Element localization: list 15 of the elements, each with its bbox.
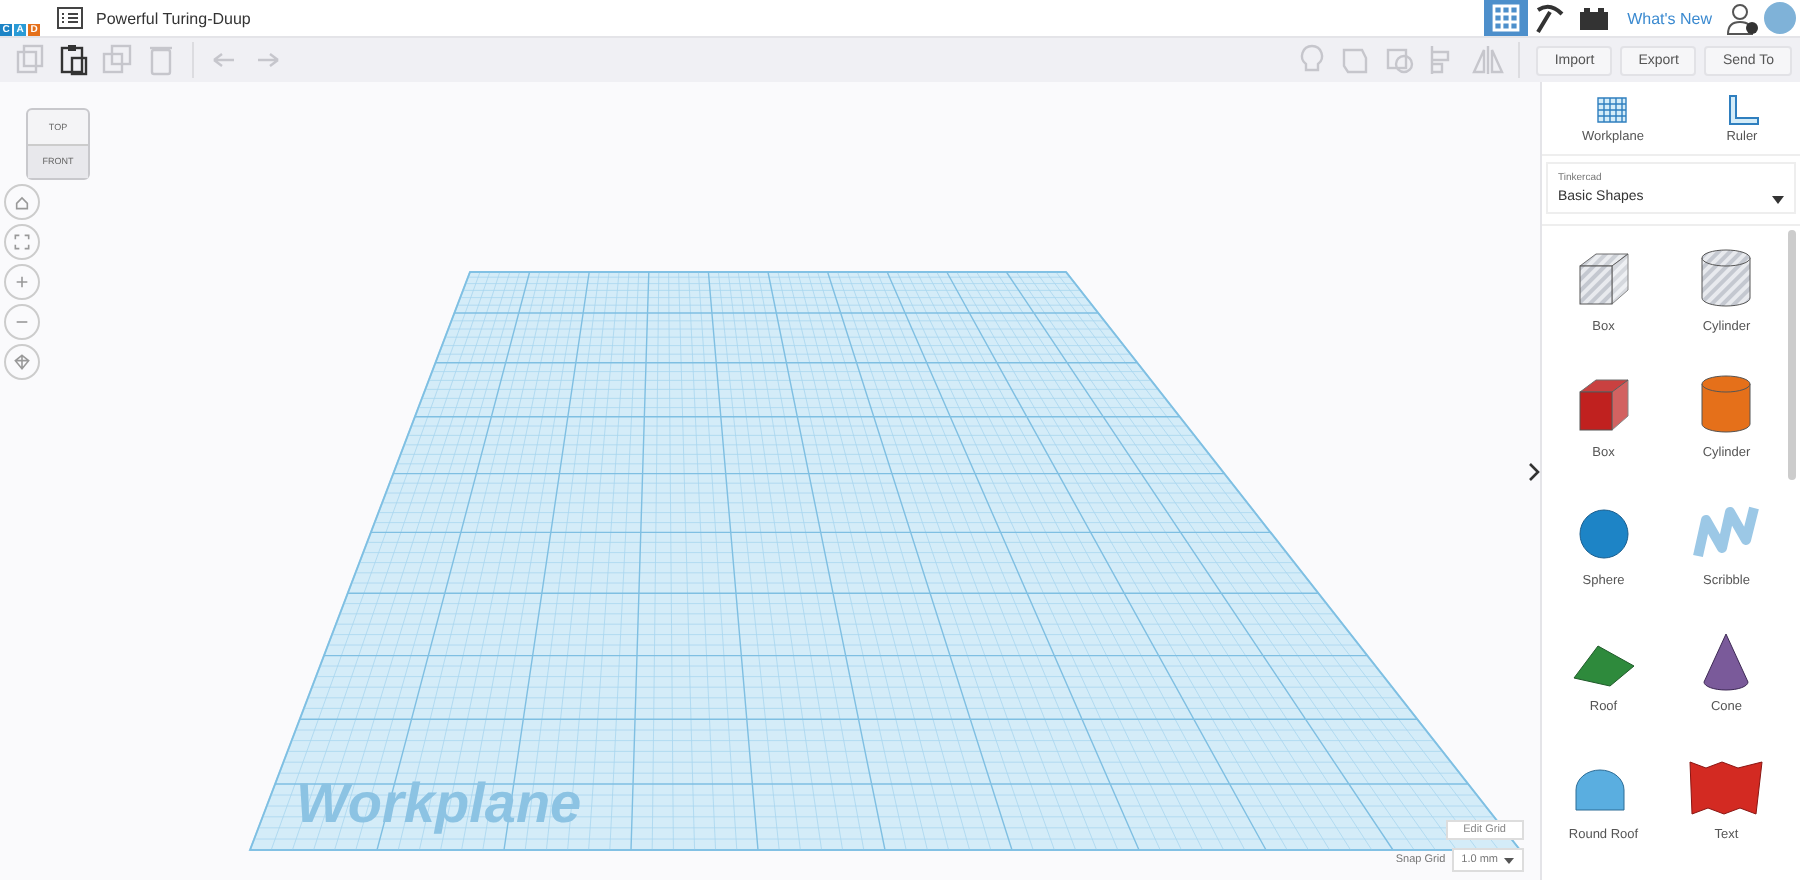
bricks-icon	[1577, 4, 1610, 32]
perspective-icon[interactable]	[10, 350, 34, 374]
design-title[interactable]: Powerful Turing-Duup	[96, 9, 251, 27]
paste-icon[interactable]	[56, 42, 92, 78]
caret-icon	[1504, 857, 1514, 863]
fit-icon[interactable]	[10, 230, 34, 254]
whats-new-link[interactable]: What's New	[1615, 9, 1724, 27]
list-icon[interactable]	[56, 6, 84, 30]
workplane-icon	[1594, 94, 1631, 126]
ruler-icon	[1723, 94, 1760, 126]
user-icon[interactable]	[1724, 1, 1760, 35]
grid-icon	[1489, 2, 1522, 34]
collapse-chevron-icon[interactable]	[1528, 462, 1540, 482]
pickaxe-icon	[1531, 0, 1568, 36]
caret-icon	[1772, 196, 1784, 204]
